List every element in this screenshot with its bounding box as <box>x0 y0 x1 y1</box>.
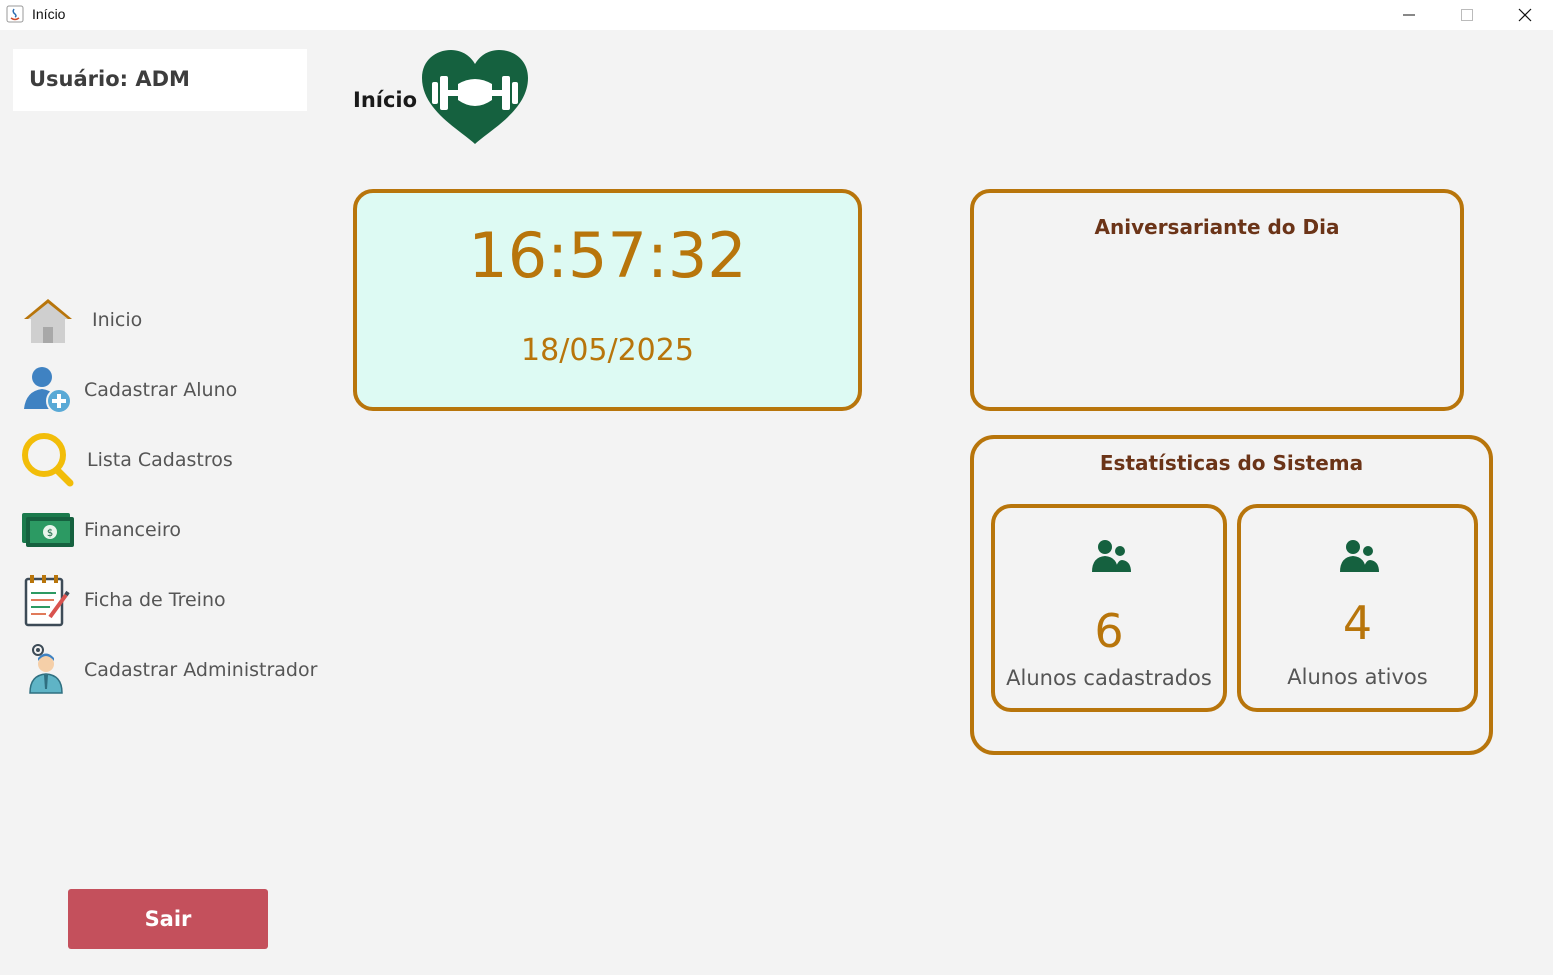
minimize-button[interactable] <box>1380 0 1438 30</box>
stat-registered-box: 6 Alunos cadastrados <box>991 504 1227 712</box>
user-label: Usuário: ADM <box>29 67 190 91</box>
sidebar-item-financeiro[interactable]: $ Financeiro <box>20 503 320 559</box>
sidebar-item-label: Lista Cadastros <box>87 449 233 471</box>
minimize-icon <box>1403 14 1415 16</box>
svg-text:$: $ <box>47 528 53 539</box>
sidebar-item-ficha-de-treino[interactable]: Ficha de Treino <box>20 573 320 629</box>
page-title: Início <box>353 88 418 112</box>
sidebar-item-label: Ficha de Treino <box>84 589 226 611</box>
clock-date: 18/05/2025 <box>521 333 694 368</box>
sidebar-item-cadastrar-aluno[interactable]: Cadastrar Aluno <box>20 363 320 419</box>
close-button[interactable] <box>1496 0 1553 30</box>
clock-time: 16:57:32 <box>468 219 747 292</box>
home-icon <box>24 299 72 343</box>
clock-card: 16:57:32 18/05/2025 <box>353 189 862 411</box>
close-icon <box>1518 8 1532 22</box>
search-icon <box>22 433 74 487</box>
admin-icon <box>29 644 63 694</box>
title-bar: Início <box>0 0 1553 30</box>
add-user-icon <box>24 367 72 414</box>
stats-card: Estatísticas do Sistema 6 Alunos cadastr… <box>970 435 1493 755</box>
stat-active-box: 4 Alunos ativos <box>1237 504 1478 712</box>
stat-registered-value: 6 <box>1094 604 1124 658</box>
sidebar-item-lista-cadastros[interactable]: Lista Cadastros <box>20 433 320 489</box>
stats-heading: Estatísticas do Sistema <box>1099 451 1364 475</box>
heart-dumbbell-logo <box>422 50 528 144</box>
sidebar-item-label: Cadastrar Aluno <box>84 379 238 401</box>
logout-button[interactable]: Sair <box>68 889 268 949</box>
users-icon <box>1340 540 1379 572</box>
stat-registered-label: Alunos cadastrados <box>1006 666 1212 690</box>
window-title: Início <box>32 6 66 22</box>
sidebar-item-label: Inicio <box>92 309 143 331</box>
maximize-icon <box>1461 9 1473 21</box>
birthday-card: Aniversariante do Dia <box>970 189 1464 411</box>
money-icon: $ <box>22 513 74 547</box>
sidebar-item-inicio[interactable]: Inicio <box>20 293 320 349</box>
user-panel: Usuário: ADM <box>13 49 307 111</box>
sidebar-item-label: Financeiro <box>84 519 181 541</box>
java-app-icon <box>6 5 24 23</box>
stat-active-value: 4 <box>1342 596 1373 650</box>
birthday-heading: Aniversariante do Dia <box>1094 215 1340 239</box>
sidebar-item-cadastrar-administrador[interactable]: Cadastrar Administrador <box>20 643 320 699</box>
notepad-icon <box>24 575 70 627</box>
users-icon <box>1092 540 1131 572</box>
sidebar-item-label: Cadastrar Administrador <box>84 659 318 681</box>
stat-active-label: Alunos ativos <box>1287 665 1428 689</box>
maximize-button[interactable] <box>1438 0 1496 30</box>
